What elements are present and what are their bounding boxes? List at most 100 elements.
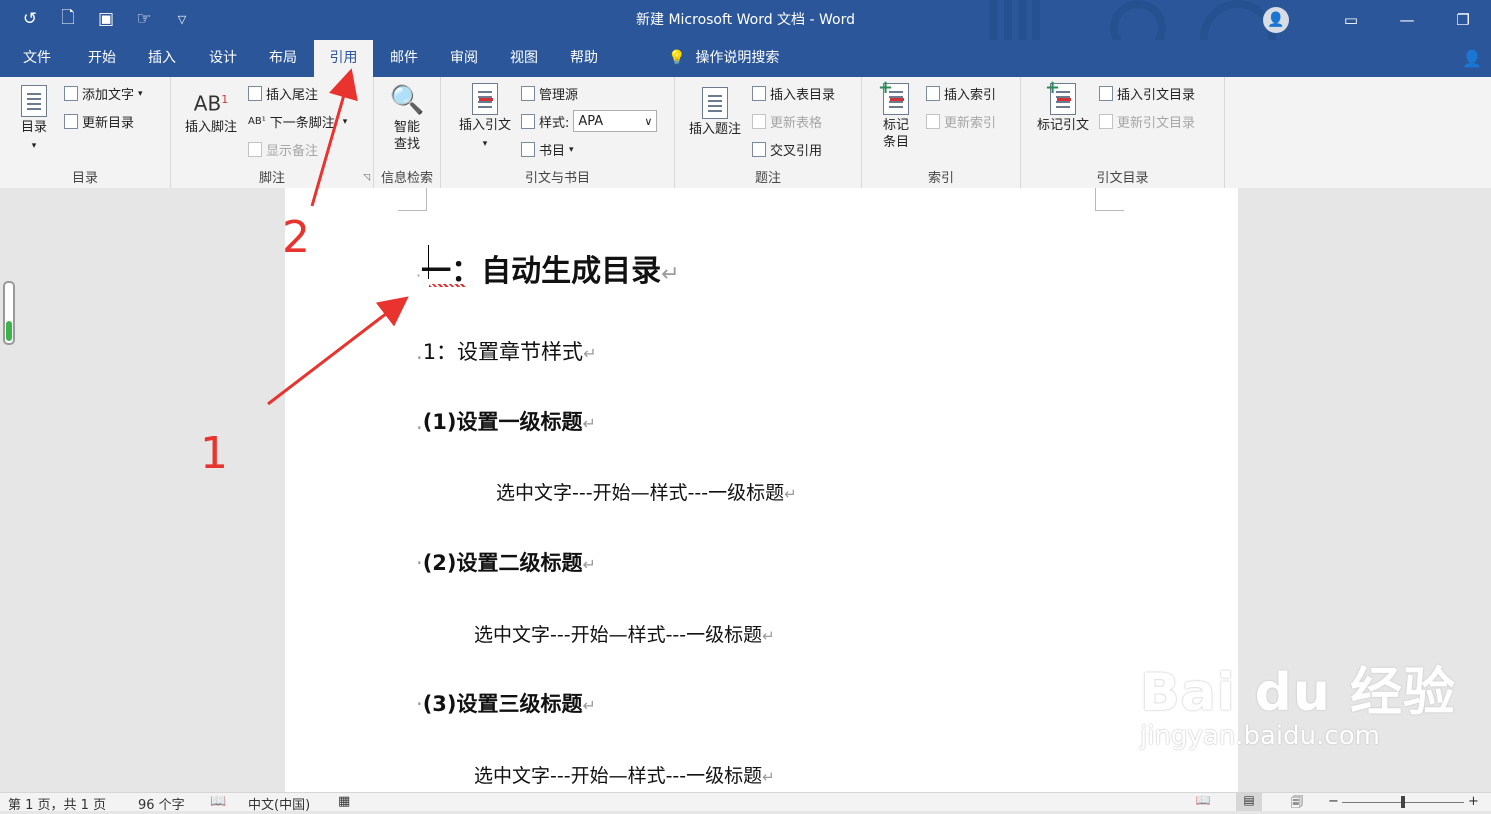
paragraph-mark: ↵ <box>661 262 680 287</box>
group-research: 🔍 智能 查找 信息检索 <box>374 77 441 188</box>
heading-3[interactable]: ·(2)设置二级标题↵ <box>416 547 596 577</box>
zoom-out-icon[interactable]: − <box>1328 794 1339 809</box>
heading-2[interactable]: .1：设置章节样式↵ <box>416 336 596 366</box>
insert-caption-button[interactable]: 插入题注 <box>683 87 747 138</box>
insert-caption-icon <box>702 87 728 119</box>
minimize-icon[interactable]: — <box>1379 0 1435 40</box>
insert-index-button[interactable]: 插入索引 <box>926 84 996 103</box>
restore-icon[interactable]: ❐ <box>1435 0 1491 40</box>
body-paragraph[interactable]: 选中文字---开始—样式---一级标题↵ <box>474 620 775 647</box>
heading-3[interactable]: ·(3)设置三级标题↵ <box>416 688 596 718</box>
navigation-scroll-indicator[interactable] <box>3 281 15 345</box>
word-count[interactable]: 96 个字 <box>138 794 185 813</box>
manage-sources-button[interactable]: 管理源 <box>521 84 578 103</box>
paragraph-mark: ↵ <box>762 627 775 645</box>
page-count[interactable]: 第 1 页，共 1 页 <box>8 794 106 813</box>
print-layout-icon[interactable]: ▤ <box>1236 793 1262 811</box>
macro-recording-icon[interactable]: ▦ <box>338 794 350 809</box>
insert-citation-icon <box>472 83 498 115</box>
account-avatar-icon[interactable]: 👤 <box>1263 7 1289 33</box>
tab-home[interactable]: 开始 <box>76 40 128 77</box>
insert-table-of-figures-button[interactable]: 插入表目录 <box>752 84 835 103</box>
citation-red-mark <box>479 98 493 101</box>
tab-mailings[interactable]: 邮件 <box>378 40 430 77</box>
zoom-slider-thumb[interactable] <box>1401 796 1405 808</box>
paragraph-mark: ↵ <box>583 344 597 363</box>
text-cursor <box>428 245 429 279</box>
toc-button[interactable]: 目录 ▾ <box>14 85 54 155</box>
update-toa-icon <box>1099 114 1113 129</box>
add-text-icon <box>64 86 78 101</box>
tab-view[interactable]: 视图 <box>498 40 550 77</box>
tab-help[interactable]: 帮助 <box>558 40 610 77</box>
ribbon-display-options-icon[interactable]: ▭ <box>1323 0 1379 40</box>
show-notes-label: 显示备注 <box>266 144 319 159</box>
cross-reference-button[interactable]: 交叉引用 <box>752 140 822 159</box>
tab-file[interactable]: 文件 <box>12 40 62 77</box>
tab-layout[interactable]: 布局 <box>257 40 309 77</box>
tab-review[interactable]: 审阅 <box>438 40 490 77</box>
read-mode-icon[interactable]: 📖 <box>1190 793 1216 811</box>
insert-toa-icon <box>1099 86 1113 101</box>
body-paragraph[interactable]: 选中文字---开始—样式---一级标题↵ <box>496 478 797 505</box>
share-icon[interactable]: 👤 <box>1462 49 1482 68</box>
status-bar: 第 1 页，共 1 页 96 个字 📖 中文(中国) ▦ 📖 ▤ 🗐 − + <box>0 792 1491 813</box>
insert-citation-button[interactable]: 插入引文 ▾ <box>453 83 517 153</box>
update-table-button[interactable]: 更新表格 <box>752 112 822 131</box>
style-label: 样式: <box>539 115 570 131</box>
paragraph-mark: ↵ <box>582 555 596 574</box>
crop-mark-left <box>398 188 427 211</box>
show-notes-button[interactable]: 显示备注 <box>248 140 318 159</box>
list-bullet: . <box>416 410 423 434</box>
insert-footnote-button[interactable]: AB1 插入脚注 <box>181 91 241 136</box>
ribbon-references: 目录 ▾ 添加文字 ▾ 更新目录 目录 AB1 插入脚注 插入尾注 AB¹ 下一… <box>0 77 1491 189</box>
tab-design[interactable]: 设计 <box>197 40 249 77</box>
chevron-down-icon: ▾ <box>138 88 143 99</box>
list-bullet: · <box>416 692 423 716</box>
insert-endnote-button[interactable]: 插入尾注 <box>248 84 318 103</box>
body-paragraph[interactable]: 选中文字---开始—样式---一级标题↵ <box>474 761 775 788</box>
next-footnote-icon: AB¹ <box>248 116 266 127</box>
next-footnote-label: 下一条脚注 <box>269 116 335 131</box>
proofing-icon[interactable]: 📖 <box>210 794 226 809</box>
heading-3[interactable]: .(1)设置一级标题↵ <box>416 406 596 436</box>
web-layout-icon[interactable]: 🗐 <box>1284 793 1310 811</box>
heading-3-text: (3)设置三级标题 <box>422 692 583 716</box>
update-toc-button[interactable]: 更新目录 <box>64 112 134 131</box>
tell-me-search[interactable]: 💡 操作说明搜索 <box>668 40 779 77</box>
manage-sources-icon <box>521 86 535 101</box>
style-dropdown[interactable]: APA ∨ <box>573 110 658 132</box>
smart-lookup-button[interactable]: 🔍 智能 查找 <box>382 83 432 153</box>
insert-index-label: 插入索引 <box>944 88 997 103</box>
language[interactable]: 中文(中国) <box>248 794 310 813</box>
insert-citation-label: 插入引文 <box>458 118 511 133</box>
zoom-in-icon[interactable]: + <box>1468 794 1479 809</box>
list-bullet: . <box>416 340 423 364</box>
bibliography-label: 书目 <box>539 144 566 159</box>
insert-toa-button[interactable]: 插入引文目录 <box>1099 84 1195 103</box>
tab-insert[interactable]: 插入 <box>136 40 188 77</box>
endnote-icon <box>248 86 262 101</box>
bibliography-button[interactable]: 书目 ▾ <box>521 140 574 159</box>
mark-entry-button[interactable]: + 标记 条目 <box>874 79 918 151</box>
group-label-index: 索引 <box>927 171 954 186</box>
tab-references[interactable]: 引用 <box>314 40 373 77</box>
update-toa-button[interactable]: 更新引文目录 <box>1099 112 1195 131</box>
entry-red-mark <box>890 98 904 101</box>
mark-citation-button[interactable]: + 标记引文 <box>1031 79 1095 134</box>
watermark-url: jingyan.baidu.com <box>1140 721 1380 751</box>
update-index-icon <box>926 114 940 129</box>
document-page[interactable]: ·一：自动生成目录↵ .1：设置章节样式↵ .(1)设置一级标题↵ 选中文字--… <box>285 188 1238 792</box>
dialog-launcher-icon[interactable]: ◹ <box>363 173 370 183</box>
chevron-down-icon: ▾ <box>31 141 37 151</box>
add-text-button[interactable]: 添加文字 ▾ <box>64 84 143 103</box>
insert-toa-label: 插入引文目录 <box>1117 88 1196 103</box>
update-index-button[interactable]: 更新索引 <box>926 112 996 131</box>
group-citations: 插入引文 ▾ 管理源 样式: APA ∨ 书目 ▾ 引文与书目 <box>441 77 675 188</box>
next-footnote-button[interactable]: AB¹ 下一条脚注 ▾ <box>248 112 347 131</box>
group-label-research: 信息检索 <box>380 171 433 186</box>
insert-endnote-label: 插入尾注 <box>266 88 319 103</box>
crop-mark-right <box>1095 188 1124 211</box>
style-dropdown-value: APA <box>578 113 604 129</box>
update-toa-label: 更新引文目录 <box>1117 116 1196 131</box>
